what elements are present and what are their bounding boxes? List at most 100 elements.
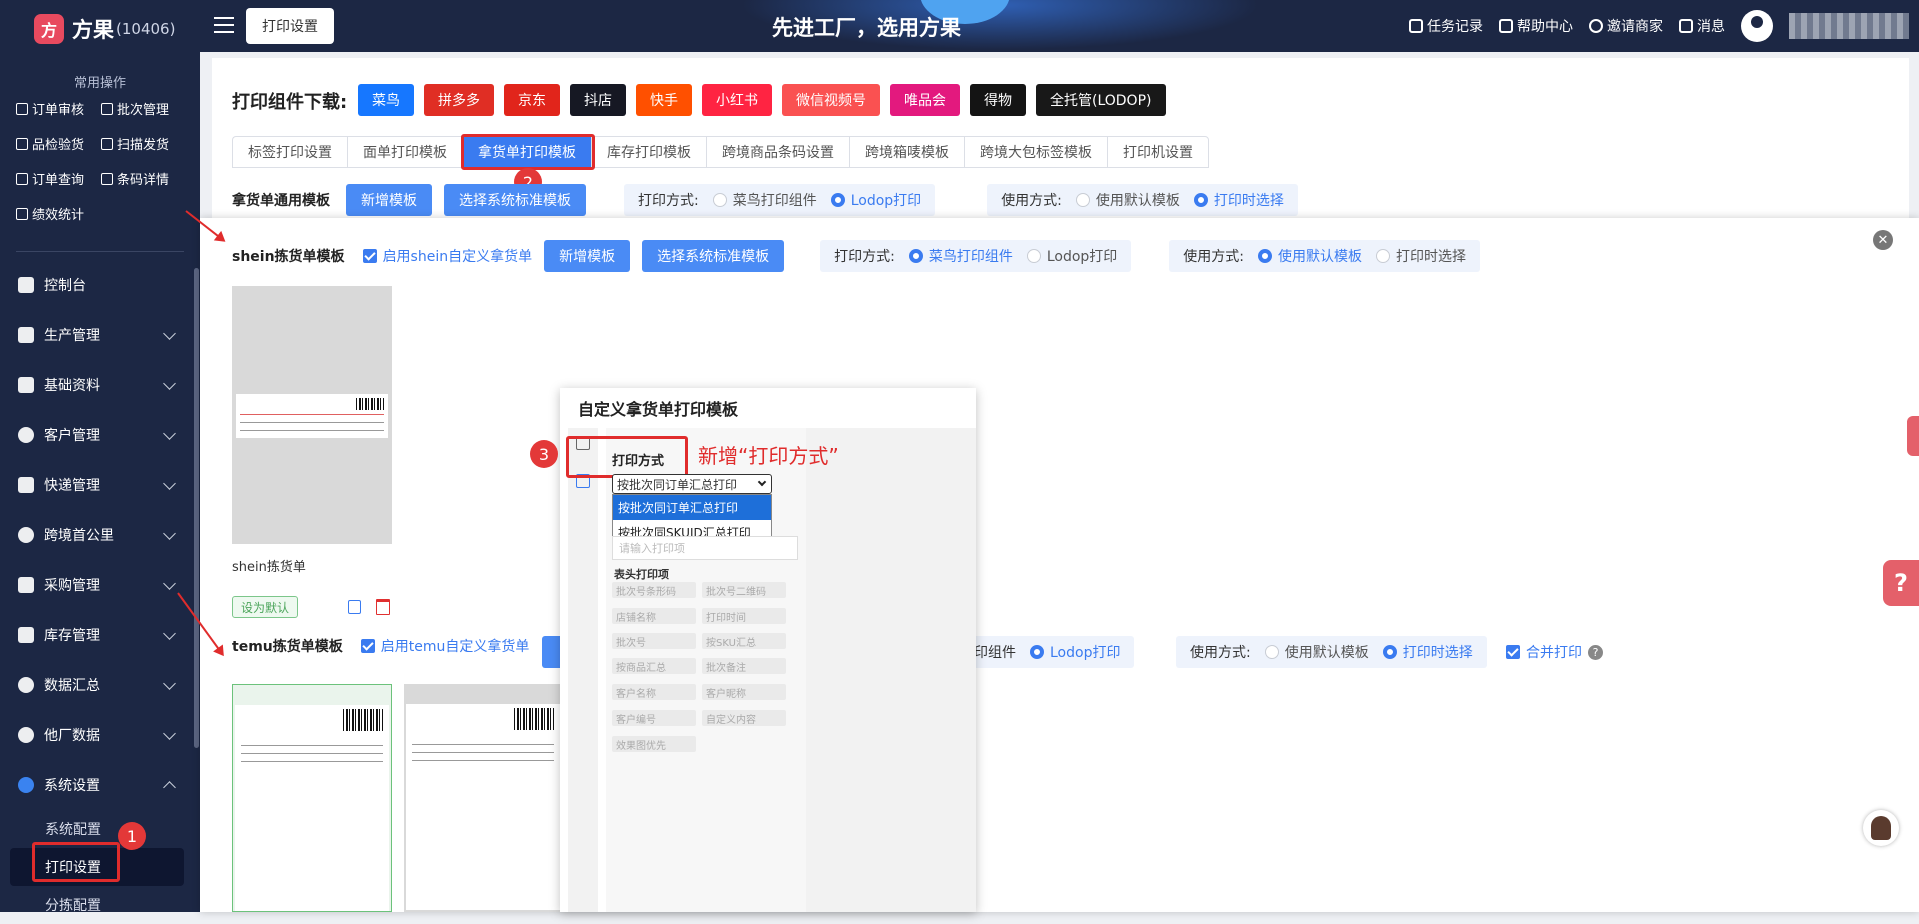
menu-other-factory[interactable]: 他厂数据 bbox=[0, 710, 200, 760]
chip-shop-name[interactable]: 店铺名称 bbox=[612, 608, 696, 624]
temu-radio-lodop[interactable]: Lodop打印 bbox=[1030, 642, 1120, 662]
download-dewu-button[interactable]: 得物 bbox=[970, 84, 1026, 116]
service-avatar[interactable] bbox=[1863, 810, 1899, 846]
chip-batch-no[interactable]: 批次号 bbox=[612, 633, 696, 649]
shein-radio-lodop[interactable]: Lodop打印 bbox=[1026, 246, 1117, 266]
invite-icon bbox=[1589, 19, 1603, 33]
radio-choose-on-print[interactable]: 打印时选择 bbox=[1193, 190, 1284, 210]
tab-waybill-template[interactable]: 面单打印模板 bbox=[347, 136, 462, 168]
chip-custom-content[interactable]: 自定义内容 bbox=[702, 710, 786, 726]
temu-radio-use-default[interactable]: 使用默认模板 bbox=[1264, 642, 1369, 662]
radio-lodop[interactable]: Lodop打印 bbox=[830, 190, 921, 210]
download-wechat-channels-button[interactable]: 微信视频号 bbox=[782, 84, 880, 116]
temu-template-thumbnail-1[interactable] bbox=[232, 684, 392, 912]
temu-template-thumbnail-2[interactable] bbox=[404, 684, 564, 912]
question-icon[interactable]: ? bbox=[1588, 644, 1603, 660]
quick-scan-ship[interactable]: 扫描发货 bbox=[101, 134, 186, 153]
tab-label-print[interactable]: 标签打印设置 bbox=[232, 136, 347, 168]
option-batch-order[interactable]: 按批次同订单汇总打印 bbox=[613, 495, 771, 520]
print-mode-select[interactable]: 按批次同订单汇总打印 bbox=[612, 474, 772, 494]
side-collapse-tab[interactable] bbox=[1907, 416, 1919, 456]
download-cainiao-button[interactable]: 菜鸟 bbox=[358, 84, 414, 116]
quick-inspect[interactable]: 品检验货 bbox=[16, 134, 101, 153]
set-default-button[interactable]: 设为默认 bbox=[232, 596, 299, 618]
close-icon[interactable]: ✕ bbox=[1873, 230, 1893, 250]
menu-inventory[interactable]: 库存管理 bbox=[0, 610, 200, 660]
download-douyin-button[interactable]: 抖店 bbox=[570, 84, 626, 116]
menu-basic-data[interactable]: 基础资料 bbox=[0, 360, 200, 410]
sidebar-scrollbar[interactable] bbox=[194, 268, 199, 748]
shein-add-template-button[interactable]: 新增模板 bbox=[544, 240, 631, 272]
chip-batch-barcode[interactable]: 批次号条形码 bbox=[612, 582, 696, 598]
menu-production[interactable]: 生产管理 bbox=[0, 310, 200, 360]
check-icon bbox=[16, 102, 28, 115]
chip-product-summary[interactable]: 按商品汇总 bbox=[612, 658, 696, 674]
chip-customer-nick[interactable]: 客户昵称 bbox=[702, 684, 786, 700]
general-choose-template-button[interactable]: 选择系统标准模板 bbox=[444, 184, 586, 216]
stats-icon bbox=[16, 207, 28, 220]
merge-print-checkbox[interactable]: 合并打印 bbox=[1506, 642, 1582, 662]
download-kuaishou-button[interactable]: 快手 bbox=[636, 84, 692, 116]
menu-system-settings[interactable]: 系统设置 bbox=[0, 760, 200, 810]
user-name-blurred bbox=[1789, 13, 1909, 39]
help-float-button[interactable]: ? bbox=[1883, 560, 1919, 606]
delete-icon[interactable] bbox=[376, 599, 390, 615]
message-icon bbox=[1679, 19, 1693, 33]
shein-enable-checkbox[interactable]: 启用shein自定义拿货单 bbox=[362, 246, 532, 266]
chip-customer-no[interactable]: 客户编号 bbox=[612, 710, 696, 726]
tab-shipping-mark[interactable]: 跨境箱唛模板 bbox=[849, 136, 964, 168]
user-avatar[interactable] bbox=[1741, 10, 1773, 42]
chip-print-time[interactable]: 打印时间 bbox=[702, 608, 786, 624]
general-add-template-button[interactable]: 新增模板 bbox=[346, 184, 432, 216]
task-records-link[interactable]: 任务记录 bbox=[1409, 16, 1483, 36]
chip-batch-qrcode[interactable]: 批次号二维码 bbox=[702, 582, 786, 598]
help-center-link[interactable]: 帮助中心 bbox=[1499, 16, 1573, 36]
menu-customers[interactable]: 客户管理 bbox=[0, 410, 200, 460]
radio-use-default[interactable]: 使用默认模板 bbox=[1075, 190, 1180, 210]
quick-barcode[interactable]: 条码详情 bbox=[101, 169, 186, 188]
tab-printer-settings[interactable]: 打印机设置 bbox=[1107, 136, 1209, 168]
chip-customer-name[interactable]: 客户名称 bbox=[612, 684, 696, 700]
download-lodop-button[interactable]: 全托管(LODOP) bbox=[1036, 84, 1166, 116]
highlight-box bbox=[32, 842, 120, 882]
shein-radio-use-default[interactable]: 使用默认模板 bbox=[1258, 246, 1362, 266]
menu-toggle-icon[interactable] bbox=[214, 17, 234, 33]
chip-sku-summary[interactable]: 按SKU汇总 bbox=[702, 633, 786, 649]
settings-tabs: 标签打印设置 面单打印模板 拿货单打印模板 库存打印模板 跨境商品条码设置 跨境… bbox=[232, 136, 1209, 168]
menu-dashboard[interactable]: 控制台 bbox=[0, 260, 200, 310]
print-item-input[interactable]: 请输入打印项 bbox=[612, 536, 798, 560]
radio-cainiao[interactable]: 菜鸟打印组件 bbox=[712, 190, 817, 210]
shein-radio-choose-on-print[interactable]: 打印时选择 bbox=[1376, 246, 1466, 266]
quick-batch-manage[interactable]: 批次管理 bbox=[101, 99, 186, 118]
submenu-sort-config[interactable]: 分拣配置 bbox=[0, 886, 200, 924]
shein-choose-template-button[interactable]: 选择系统标准模板 bbox=[642, 240, 785, 272]
menu-crossborder[interactable]: 跨境首公里 bbox=[0, 510, 200, 560]
quick-order-audit[interactable]: 订单审核 bbox=[16, 99, 101, 118]
shein-radio-cainiao[interactable]: 菜鸟打印组件 bbox=[908, 246, 1013, 266]
tab-crossborder-barcode[interactable]: 跨境商品条码设置 bbox=[706, 136, 849, 168]
menu-data-summary[interactable]: 数据汇总 bbox=[0, 660, 200, 710]
chevron-down-icon bbox=[163, 627, 176, 640]
temu-enable-checkbox[interactable]: 启用temu自定义拿货单 bbox=[360, 636, 529, 656]
invite-merchant-link[interactable]: 邀请商家 bbox=[1589, 16, 1663, 36]
general-print-mode: 打印方式: 菜鸟打印组件 Lodop打印 bbox=[624, 184, 936, 216]
tab-inventory-template[interactable]: 库存打印模板 bbox=[591, 136, 706, 168]
download-vip-button[interactable]: 唯品会 bbox=[890, 84, 960, 116]
brand[interactable]: 方 方果 (10406) bbox=[0, 0, 200, 58]
current-page-tab[interactable]: 打印设置 bbox=[246, 8, 334, 44]
chip-batch-remark[interactable]: 批次备注 bbox=[702, 658, 786, 674]
menu-express[interactable]: 快递管理 bbox=[0, 460, 200, 510]
chip-image-first[interactable]: 效果图优先 bbox=[612, 736, 696, 752]
menu-purchase[interactable]: 采购管理 bbox=[0, 560, 200, 610]
quick-performance[interactable]: 绩效统计 bbox=[16, 204, 101, 223]
temu-radio-choose-on-print[interactable]: 打印时选择 bbox=[1382, 642, 1473, 662]
quick-order-query[interactable]: 订单查询 bbox=[16, 169, 101, 188]
download-jd-button[interactable]: 京东 bbox=[504, 84, 560, 116]
shein-template-thumbnail[interactable] bbox=[232, 286, 392, 544]
copy-icon[interactable] bbox=[348, 600, 361, 614]
download-xhs-button[interactable]: 小红书 bbox=[702, 84, 772, 116]
messages-link[interactable]: 消息 bbox=[1679, 16, 1725, 36]
tab-big-package-label[interactable]: 跨境大包标签模板 bbox=[964, 136, 1107, 168]
download-pdd-button[interactable]: 拼多多 bbox=[424, 84, 494, 116]
truck-icon bbox=[18, 477, 34, 493]
